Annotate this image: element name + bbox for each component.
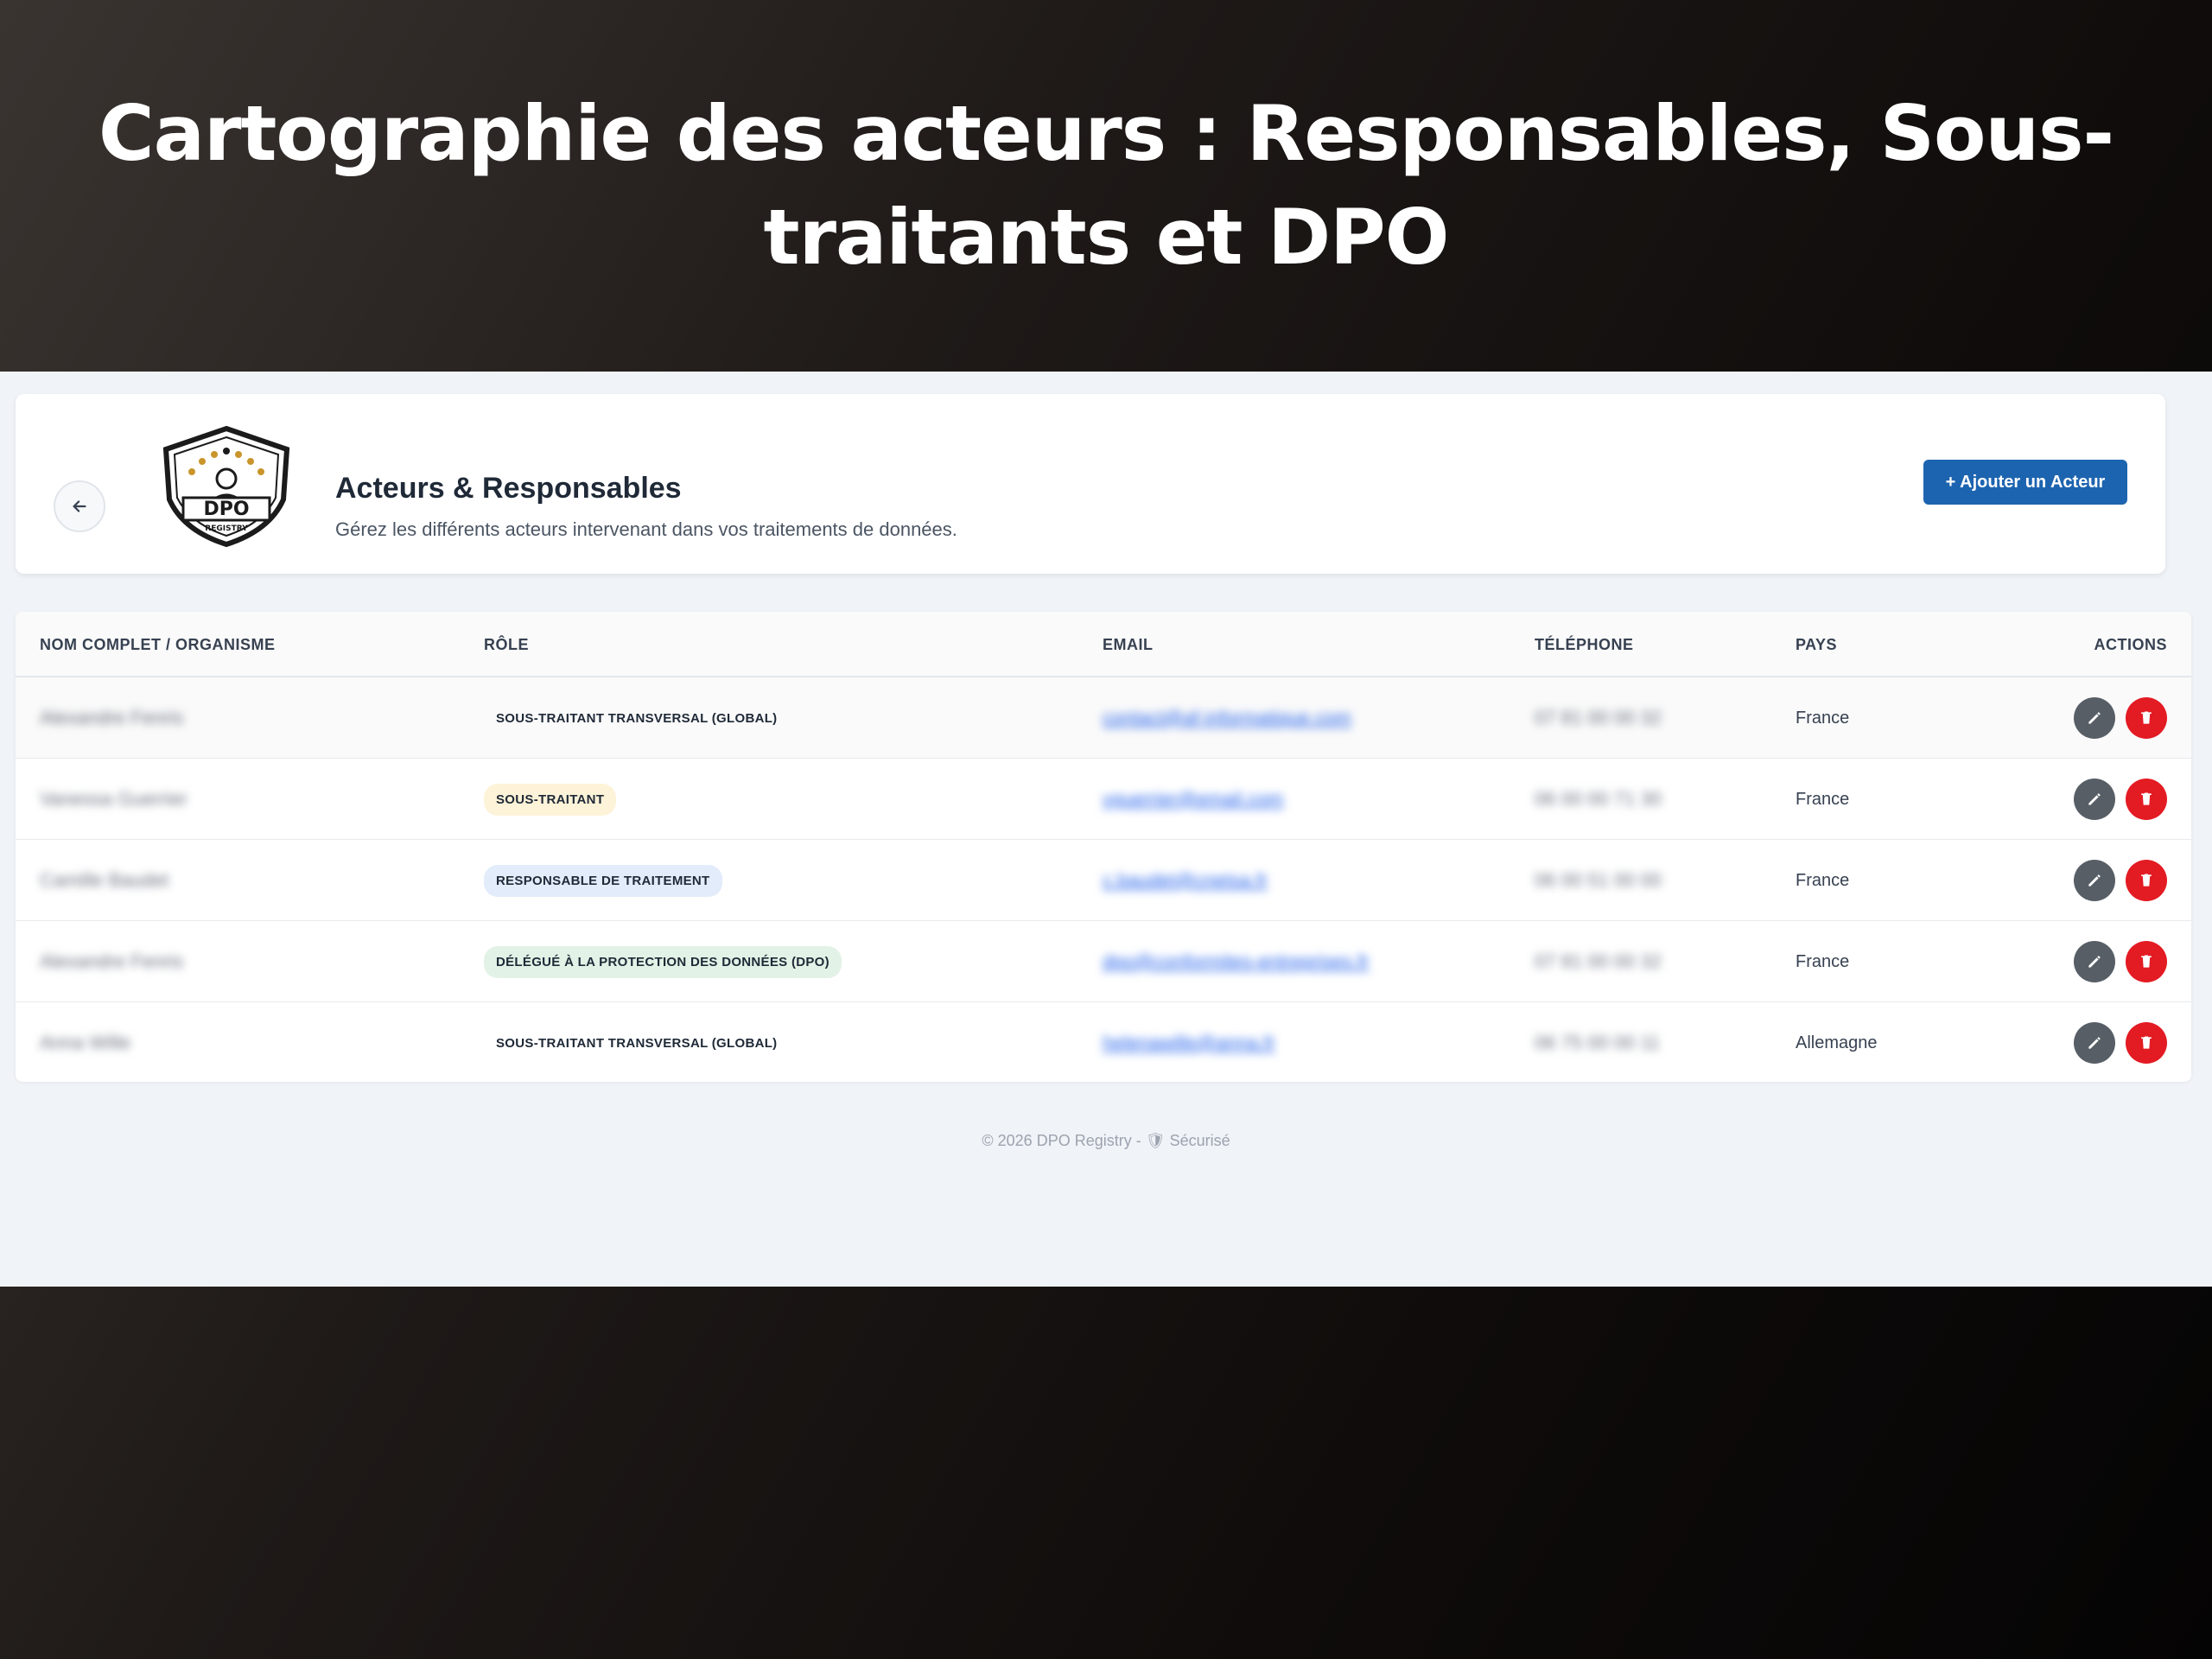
actor-email-link[interactable]: c.baudet@cnetsa.fr bbox=[1103, 869, 1268, 892]
edit-button[interactable] bbox=[2074, 1022, 2115, 1064]
actor-email-link[interactable]: dpo@conformites-entreprises.fr bbox=[1103, 950, 1369, 973]
actor-name: Camille Baudet bbox=[40, 869, 169, 891]
column-header-role[interactable]: RÔLE bbox=[484, 636, 529, 654]
actor-country: France bbox=[1796, 789, 1850, 809]
actor-country: Allemagne bbox=[1796, 1033, 1878, 1052]
hero-banner: Cartographie des acteurs : Responsables,… bbox=[0, 0, 2212, 372]
edit-button[interactable] bbox=[2074, 941, 2115, 982]
delete-button[interactable] bbox=[2126, 941, 2167, 982]
trash-icon bbox=[2138, 1034, 2155, 1052]
actor-country: France bbox=[1796, 870, 1850, 890]
actor-country: France bbox=[1796, 708, 1850, 728]
trash-icon bbox=[2138, 872, 2155, 889]
column-header-name[interactable]: NOM COMPLET / ORGANISME bbox=[40, 636, 276, 654]
edit-button[interactable] bbox=[2074, 697, 2115, 739]
delete-button[interactable] bbox=[2126, 697, 2167, 739]
trash-icon bbox=[2138, 953, 2155, 970]
role-badge: SOUS-TRAITANT TRANSVERSAL (GLOBAL) bbox=[496, 1035, 778, 1051]
page-subtitle: Gérez les différents acteurs intervenant… bbox=[335, 518, 957, 540]
actor-phone: 06 00 00 71 30 bbox=[1535, 788, 1662, 810]
actor-email-link[interactable]: helenawille@anna.fr bbox=[1103, 1032, 1275, 1054]
trash-icon bbox=[2138, 791, 2155, 808]
table-row: Camille Baudet RESPONSABLE DE TRAITEMENT c… bbox=[16, 840, 2191, 921]
edit-button[interactable] bbox=[2074, 860, 2115, 901]
footer: © 2026 DPO Registry - 🛡 Sécurisé bbox=[982, 1132, 1230, 1149]
actor-email-link[interactable]: contact@af-informatique.com bbox=[1103, 707, 1351, 729]
actor-name: Alexandre Fenris bbox=[40, 707, 184, 728]
table-row: Alexandre Fenris DÉLÉGUÉ À LA PROTECTION … bbox=[16, 921, 2191, 1002]
role-badge: DÉLÉGUÉ À LA PROTECTION DES DONNÉES (DPO… bbox=[484, 945, 842, 978]
role-badge: SOUS-TRAITANT TRANSVERSAL (GLOBAL) bbox=[496, 710, 778, 726]
page-header: DPO REGISTRY Acteurs & Responsables Gére… bbox=[16, 394, 2165, 574]
logo-subtext: REGISTRY bbox=[205, 524, 248, 533]
actor-name: Vanessa Guerrier bbox=[40, 788, 188, 810]
dpo-registry-logo: DPO REGISTRY bbox=[162, 425, 290, 548]
table-row: Anna Wille SOUS-TRAITANT TRANSVERSAL (GLO… bbox=[16, 1002, 2191, 1082]
actor-phone: 07 81 00 00 32 bbox=[1535, 950, 1662, 972]
pencil-icon bbox=[2086, 953, 2103, 970]
actor-phone: 06 75 00 00 11 bbox=[1535, 1032, 1661, 1053]
pencil-icon bbox=[2086, 1034, 2103, 1052]
actor-name: Anna Wille bbox=[40, 1032, 131, 1053]
role-badge: SOUS-TRAITANT bbox=[484, 783, 617, 816]
column-header-country[interactable]: PAYS bbox=[1796, 636, 1837, 654]
add-actor-button[interactable]: + Ajouter un Acteur bbox=[1923, 460, 2127, 505]
column-header-actions: ACTIONS bbox=[2094, 636, 2167, 653]
pencil-icon bbox=[2086, 791, 2103, 808]
column-header-email[interactable]: EMAIL bbox=[1103, 636, 1154, 654]
actor-phone: 06 00 51 00 00 bbox=[1535, 869, 1662, 891]
app-window: DPO REGISTRY Acteurs & Responsables Gére… bbox=[0, 372, 2212, 1287]
actor-email-link[interactable]: vguerrier@email.com bbox=[1103, 788, 1283, 810]
actors-table: NOM COMPLET / ORGANISME RÔLE EMAIL TÉLÉP… bbox=[16, 612, 2191, 1082]
pencil-icon bbox=[2086, 872, 2103, 889]
edit-button[interactable] bbox=[2074, 779, 2115, 820]
arrow-left-icon bbox=[73, 500, 86, 512]
page-title: Acteurs & Responsables bbox=[335, 472, 682, 505]
pencil-icon bbox=[2086, 709, 2103, 727]
hero-title: Cartographie des acteurs : Responsables,… bbox=[98, 89, 2114, 282]
table-row: Vanessa Guerrier SOUS-TRAITANT vguerrier@e… bbox=[16, 759, 2191, 840]
delete-button[interactable] bbox=[2126, 779, 2167, 820]
trash-icon bbox=[2138, 709, 2155, 727]
role-badge: RESPONSABLE DE TRAITEMENT bbox=[484, 864, 722, 897]
column-header-phone[interactable]: TÉLÉPHONE bbox=[1535, 636, 1634, 654]
back-button[interactable] bbox=[54, 480, 105, 532]
actor-name: Alexandre Fenris bbox=[40, 950, 184, 972]
logo-text: DPO bbox=[203, 499, 249, 520]
actor-phone: 07 81 00 00 32 bbox=[1535, 707, 1662, 728]
table-row: Alexandre Fenris SOUS-TRAITANT TRANSVERSA… bbox=[16, 677, 2191, 759]
table-header: NOM COMPLET / ORGANISME RÔLE EMAIL TÉLÉP… bbox=[16, 612, 2191, 677]
actor-country: France bbox=[1796, 951, 1850, 971]
delete-button[interactable] bbox=[2126, 860, 2167, 901]
delete-button[interactable] bbox=[2126, 1022, 2167, 1064]
